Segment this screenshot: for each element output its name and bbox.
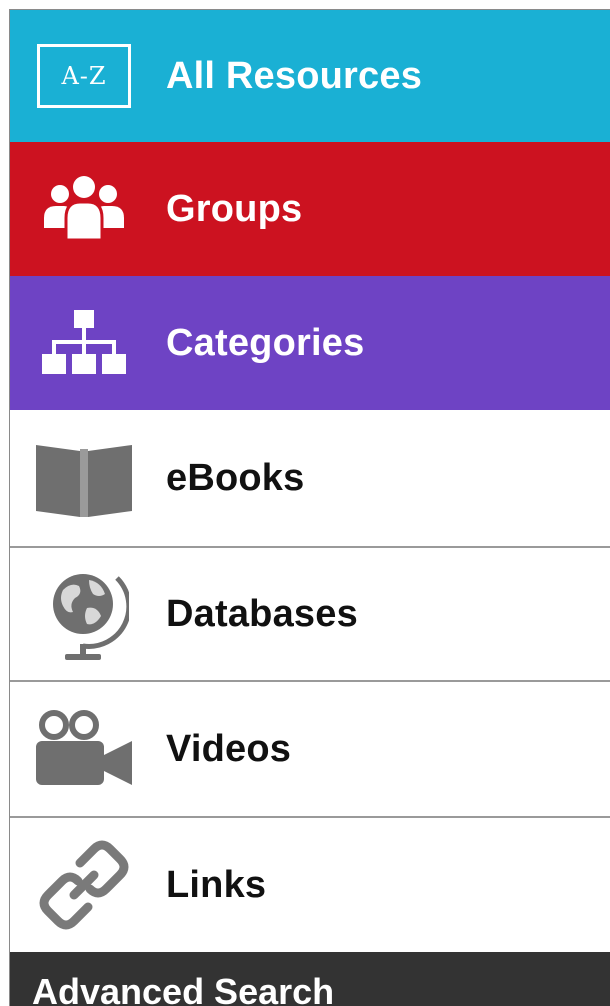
menu-item-label: Groups bbox=[166, 187, 303, 230]
link-icon bbox=[34, 840, 134, 930]
globe-icon bbox=[34, 569, 134, 660]
menu-item-links[interactable]: Links bbox=[10, 818, 610, 952]
group-icon bbox=[34, 164, 134, 254]
advanced-search-button[interactable]: Advanced Search bbox=[10, 952, 610, 1006]
a-z-icon: A-Z bbox=[34, 31, 134, 121]
video-camera-icon bbox=[34, 704, 134, 794]
menu-item-label: All Resources bbox=[166, 54, 423, 97]
hierarchy-icon bbox=[34, 298, 134, 388]
menu-item-ebooks[interactable]: eBooks bbox=[10, 410, 610, 548]
menu-item-label: Databases bbox=[166, 592, 358, 635]
menu-item-label: Videos bbox=[166, 727, 292, 770]
menu-item-databases[interactable]: Databases bbox=[10, 548, 610, 682]
menu-item-all-resources[interactable]: A-Z All Resources bbox=[10, 10, 610, 142]
menu-item-label: eBooks bbox=[166, 456, 305, 499]
menu-item-label: Links bbox=[166, 863, 267, 906]
advanced-search-label: Advanced Search bbox=[32, 971, 335, 1006]
menu-item-videos[interactable]: Videos bbox=[10, 682, 610, 818]
menu-item-categories[interactable]: Categories bbox=[10, 276, 610, 410]
book-icon bbox=[34, 433, 134, 523]
menu-item-groups[interactable]: Groups bbox=[10, 142, 610, 276]
menu-item-label: Categories bbox=[166, 321, 365, 364]
resource-menu: A-Z All Resources Groups Categories eBoo… bbox=[9, 9, 610, 1006]
